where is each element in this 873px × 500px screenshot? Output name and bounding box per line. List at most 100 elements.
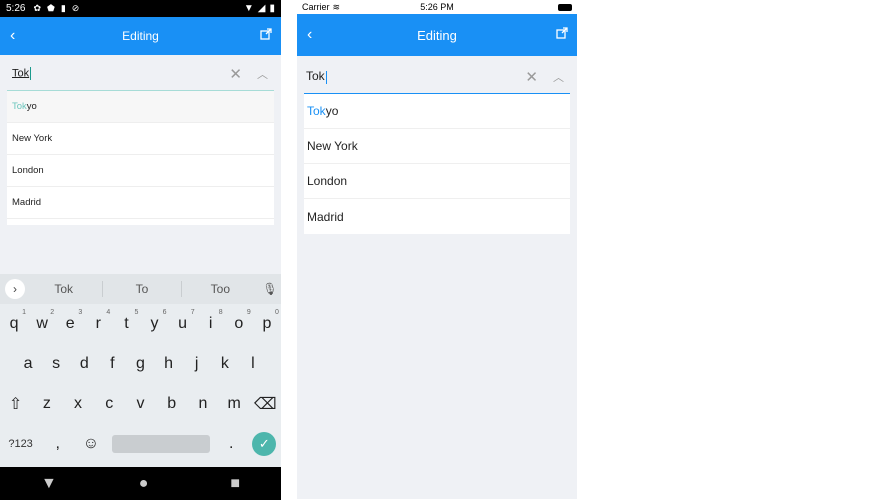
key-number-hint: 7 bbox=[190, 309, 195, 316]
key-k[interactable]: k bbox=[213, 355, 237, 373]
space-key[interactable] bbox=[112, 435, 211, 453]
nav-recents-icon[interactable]: ■ bbox=[230, 475, 240, 493]
suggestion-item-madrid[interactable]: Madrid bbox=[7, 187, 274, 219]
key-v[interactable]: v bbox=[128, 395, 152, 413]
text-caret bbox=[30, 67, 32, 80]
key-w[interactable]: w2 bbox=[30, 309, 54, 333]
chevron-up-icon[interactable]: ︿ bbox=[257, 66, 268, 82]
settings-icon: ✿ bbox=[33, 3, 42, 13]
key-b[interactable]: b bbox=[160, 395, 184, 413]
key-p[interactable]: p0 bbox=[255, 309, 278, 333]
key-z[interactable]: z bbox=[35, 395, 59, 413]
key-y[interactable]: y6 bbox=[143, 309, 167, 333]
key-r[interactable]: r4 bbox=[86, 309, 111, 333]
key-d[interactable]: d bbox=[72, 355, 96, 373]
ios-status-bar: Carrier ≋ 5:26 PM bbox=[297, 0, 577, 14]
key-number-hint: 4 bbox=[106, 309, 111, 316]
key-j[interactable]: j bbox=[185, 355, 209, 373]
key-x[interactable]: x bbox=[66, 395, 90, 413]
key-m[interactable]: m bbox=[222, 395, 246, 413]
ios-nav-bar: ‹ Editing bbox=[297, 14, 577, 56]
key-number-hint: 5 bbox=[134, 309, 139, 316]
microphone-icon[interactable]: 🎙 bbox=[259, 282, 281, 296]
suggestion-item-tokyo[interactable]: Tok yo bbox=[304, 94, 570, 129]
done-check-icon[interactable]: ✓ bbox=[252, 432, 277, 456]
key-number-hint: 2 bbox=[50, 309, 55, 316]
chevron-up-icon[interactable]: ︿ bbox=[553, 69, 564, 85]
back-button[interactable]: ‹ bbox=[10, 27, 15, 45]
key-o[interactable]: o9 bbox=[227, 309, 250, 333]
chevron-right-icon[interactable]: › bbox=[5, 279, 25, 299]
sd-card-icon: ▮ bbox=[60, 3, 66, 13]
key-c[interactable]: c bbox=[97, 395, 121, 413]
nav-home-icon[interactable]: ● bbox=[139, 475, 149, 493]
clear-icon[interactable]: ✕ bbox=[525, 68, 538, 86]
shift-key[interactable]: ⇧ bbox=[4, 394, 28, 414]
key-i[interactable]: i8 bbox=[199, 309, 223, 333]
back-button[interactable]: ‹ bbox=[307, 26, 312, 44]
android-status-bar: 5:26 ✿ ⬟ ▮ ⊘ ▼ ◢ ▮ bbox=[0, 0, 281, 17]
key-letter: u bbox=[178, 315, 188, 332]
suggestion-item-new-york[interactable]: New York bbox=[7, 123, 274, 155]
page-title: Editing bbox=[122, 29, 159, 43]
keyboard-row-3: ⇧ z x c v b n m ⌫ bbox=[0, 384, 281, 424]
backspace-icon[interactable]: ⌫ bbox=[253, 394, 277, 414]
input-value[interactable]: Tok bbox=[304, 69, 327, 84]
key-n[interactable]: n bbox=[191, 395, 215, 413]
input-value[interactable]: Tok bbox=[7, 67, 32, 80]
soft-keyboard: › Tok To Too 🎙 q1w2e3r4t5y6u7i8o9p0 asdf… bbox=[0, 274, 281, 467]
match-rest: yo bbox=[325, 104, 339, 118]
suggestion-list: Tok yo New York London Madrid bbox=[304, 94, 570, 234]
list-partial-item bbox=[7, 219, 274, 225]
key-q[interactable]: q1 bbox=[2, 309, 26, 333]
suggestion-item-tokyo[interactable]: Tok yo bbox=[7, 91, 274, 123]
emoji-key[interactable]: ☺ bbox=[79, 435, 103, 453]
wifi-icon: ▼ bbox=[243, 3, 254, 14]
autocomplete-input[interactable]: Tok ✕ ︿ bbox=[7, 57, 274, 91]
key-letter: o bbox=[234, 315, 244, 332]
android-device: 5:26 ✿ ⬟ ▮ ⊘ ▼ ◢ ▮ ‹ Editing Tok ✕ ︿ Tok… bbox=[0, 0, 281, 500]
key-letter: i bbox=[208, 315, 213, 332]
suggestion-item-london[interactable]: London bbox=[304, 164, 570, 199]
suggestion-item-madrid[interactable]: Madrid bbox=[304, 199, 570, 234]
key-l[interactable]: l bbox=[241, 355, 265, 373]
key-u[interactable]: u7 bbox=[171, 309, 194, 333]
keyboard-suggestion[interactable]: To bbox=[103, 282, 180, 296]
external-link-icon[interactable] bbox=[556, 26, 568, 44]
key-number-hint: 0 bbox=[274, 309, 279, 316]
status-time: 5:26 PM bbox=[420, 2, 454, 12]
nav-back-icon[interactable]: ▼ bbox=[41, 475, 57, 493]
keyboard-suggestion-strip: › Tok To Too 🎙 bbox=[0, 274, 281, 304]
symbols-key[interactable]: ?123 bbox=[5, 438, 37, 450]
page-title: Editing bbox=[417, 27, 457, 43]
ios-device: Carrier ≋ 5:26 PM ‹ Editing Tok ✕ ︿ Tok y… bbox=[297, 0, 577, 499]
match-highlight: Tok bbox=[12, 101, 27, 112]
suggestion-list: Tok yo New York London Madrid bbox=[7, 91, 274, 225]
key-e[interactable]: e3 bbox=[58, 309, 82, 333]
key-number-hint: 9 bbox=[246, 309, 251, 316]
period-key[interactable]: . bbox=[219, 435, 243, 453]
key-s[interactable]: s bbox=[44, 355, 68, 373]
keyboard-suggestion[interactable]: Too bbox=[182, 282, 259, 296]
key-a[interactable]: a bbox=[16, 355, 40, 373]
key-number-hint: 1 bbox=[22, 309, 27, 316]
shield-icon: ⬟ bbox=[47, 3, 55, 13]
key-letter: y bbox=[150, 315, 159, 332]
key-h[interactable]: h bbox=[157, 355, 181, 373]
battery-icon: ▮ bbox=[269, 3, 275, 14]
external-link-icon[interactable] bbox=[260, 27, 272, 45]
clear-icon[interactable]: ✕ bbox=[229, 65, 242, 83]
key-f[interactable]: f bbox=[100, 355, 124, 373]
status-time: 5:26 bbox=[6, 3, 26, 14]
key-g[interactable]: g bbox=[128, 355, 152, 373]
keyboard-row-2: asdfghjkl bbox=[0, 344, 281, 384]
autocomplete-input[interactable]: Tok ✕ ︿ bbox=[304, 60, 570, 94]
suggestion-item-london[interactable]: London bbox=[7, 155, 274, 187]
key-t[interactable]: t5 bbox=[114, 309, 138, 333]
comma-key[interactable]: , bbox=[46, 435, 70, 453]
key-letter: q bbox=[9, 315, 19, 332]
keyboard-suggestion[interactable]: Tok bbox=[25, 282, 102, 296]
sync-off-icon: ⊘ bbox=[71, 3, 80, 13]
suggestion-item-new-york[interactable]: New York bbox=[304, 129, 570, 164]
match-rest: yo bbox=[26, 101, 37, 112]
